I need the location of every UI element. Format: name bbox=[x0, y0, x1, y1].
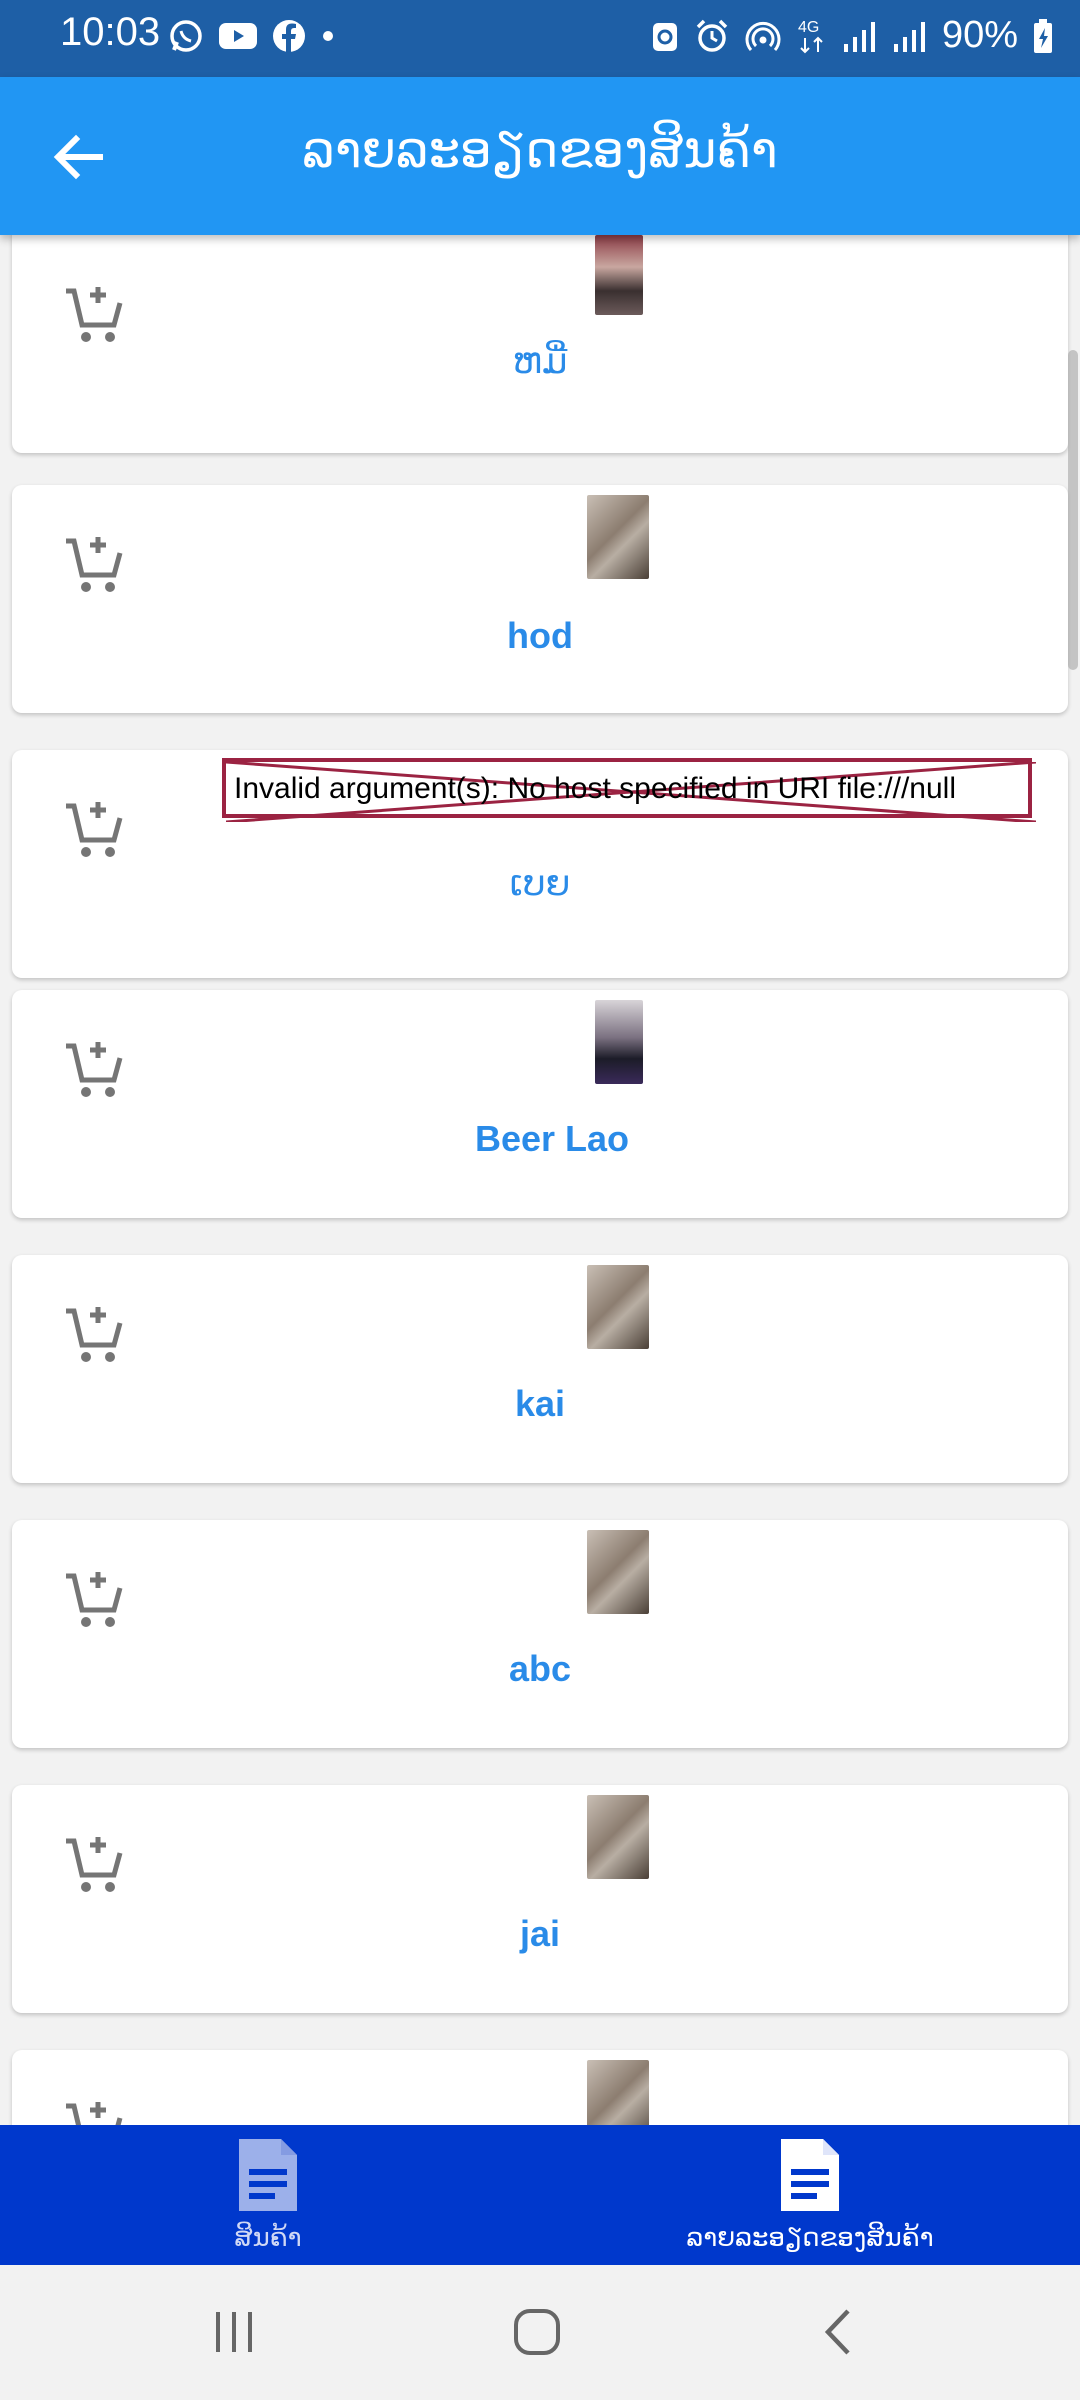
product-name: Beer Lao bbox=[474, 1118, 630, 1159]
product-card[interactable]: kai bbox=[12, 1255, 1068, 1483]
back-icon[interactable] bbox=[818, 2307, 858, 2357]
product-name: hod bbox=[507, 615, 573, 656]
product-name: jai bbox=[519, 1913, 561, 1954]
sync-icon bbox=[652, 22, 677, 51]
hotspot-icon bbox=[745, 21, 781, 51]
recents-icon[interactable] bbox=[210, 2310, 258, 2354]
youtube-icon bbox=[219, 23, 257, 49]
4g-icon: 4G bbox=[798, 19, 823, 53]
product-card[interactable]: ຫມີ່ bbox=[12, 235, 1068, 453]
status-time: 10:03 bbox=[60, 10, 161, 54]
product-name: ຫມີ່ bbox=[512, 340, 568, 381]
battery-percent: 90% bbox=[941, 14, 1018, 56]
bottom-navigation: ສິນຄ້າ ລາຍລະອຽດຂອງສິນຄ້າ bbox=[0, 2125, 1080, 2265]
nav-label: ສິນຄ້າ bbox=[234, 2223, 302, 2253]
app-bar: ລາຍລະອຽດຂອງສິນຄ້າ bbox=[0, 77, 1080, 235]
product-card[interactable]: Invalid argument(s): No host specified i… bbox=[12, 750, 1068, 978]
home-icon[interactable] bbox=[512, 2307, 562, 2357]
status-bar: 10:03 4G 90% bbox=[0, 0, 1080, 77]
page-title: ລາຍລະອຽດຂອງສິນຄ້າ bbox=[302, 121, 778, 179]
product-image bbox=[587, 495, 649, 579]
product-name: kai bbox=[514, 1383, 566, 1424]
image-error-box: Invalid argument(s): No host specified i… bbox=[222, 758, 1036, 822]
product-card[interactable]: jai bbox=[12, 1785, 1068, 2013]
battery-charging-icon bbox=[1034, 18, 1052, 53]
svg-text:4G: 4G bbox=[798, 19, 819, 36]
add-shopping-cart-icon[interactable] bbox=[62, 2098, 128, 2125]
product-card[interactable]: hod bbox=[12, 485, 1068, 713]
document-icon bbox=[239, 2139, 297, 2211]
product-image bbox=[595, 1000, 643, 1084]
product-card[interactable] bbox=[12, 2050, 1068, 2125]
add-shopping-cart-icon[interactable] bbox=[62, 533, 128, 599]
alarm-icon bbox=[696, 19, 728, 52]
product-image bbox=[587, 1530, 649, 1614]
product-image bbox=[587, 2060, 649, 2125]
add-shopping-cart-icon[interactable] bbox=[62, 1303, 128, 1369]
system-navigation-bar bbox=[0, 2265, 1080, 2400]
nav-item-products[interactable]: ສິນຄ້າ bbox=[68, 2125, 468, 2265]
facebook-icon bbox=[273, 20, 305, 52]
product-card[interactable]: Beer Lao bbox=[12, 990, 1068, 1218]
document-icon bbox=[781, 2139, 839, 2211]
scrollbar[interactable] bbox=[1068, 350, 1078, 670]
image-error-text: Invalid argument(s): No host specified i… bbox=[234, 772, 956, 805]
whatsapp-icon bbox=[170, 20, 202, 52]
nav-item-product-details[interactable]: ລາຍລະອຽດຂອງສິນຄ້າ bbox=[610, 2125, 1010, 2265]
dot-icon bbox=[323, 31, 333, 41]
nav-label: ລາຍລະອຽດຂອງສິນຄ້າ bbox=[686, 2223, 934, 2253]
add-shopping-cart-icon[interactable] bbox=[62, 1568, 128, 1634]
product-image bbox=[595, 235, 643, 315]
add-shopping-cart-icon[interactable] bbox=[62, 1833, 128, 1899]
signal-icon bbox=[843, 21, 875, 52]
product-name: abc bbox=[508, 1648, 572, 1689]
add-shopping-cart-icon[interactable] bbox=[62, 1038, 128, 1104]
product-card[interactable]: abc bbox=[12, 1520, 1068, 1748]
product-name: ເບຍ bbox=[509, 862, 571, 903]
add-shopping-cart-icon[interactable] bbox=[62, 798, 128, 864]
product-image bbox=[587, 1795, 649, 1879]
product-list[interactable]: ຫມີ່ hod Invalid argument(s): No host sp… bbox=[0, 235, 1080, 2125]
signal-icon bbox=[893, 21, 925, 52]
product-image bbox=[587, 1265, 649, 1349]
